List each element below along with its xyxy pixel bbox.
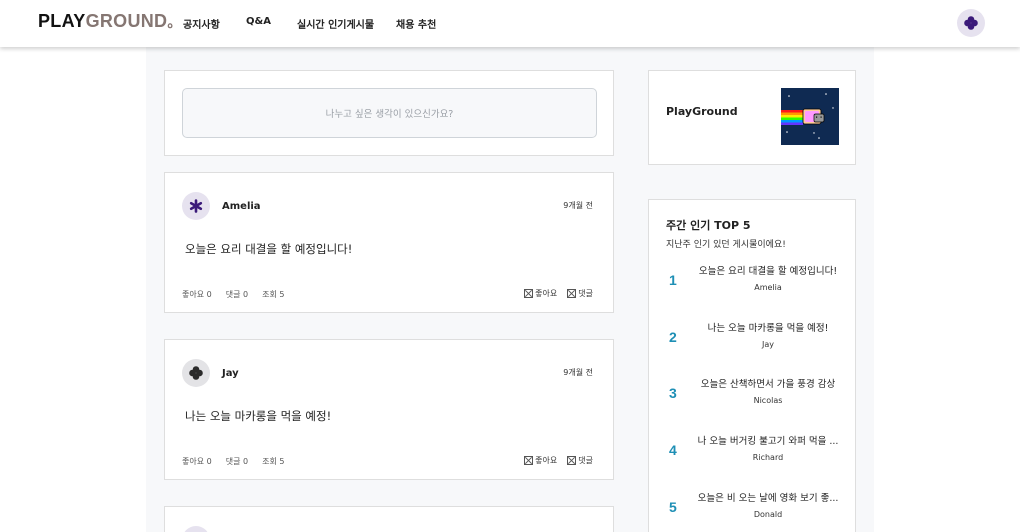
like-label: 좋아요 [535,289,558,298]
user-avatar[interactable] [957,9,985,37]
top5-item[interactable]: 5 오늘은 비 오는 날에 영화 보기 좋... Donald [649,490,855,530]
avatar[interactable] [182,192,210,220]
brand-title: PlayGround [666,105,738,118]
comments-count: 댓글 0 [225,290,249,299]
comment-icon [567,289,577,298]
rank-title: 오늘은 비 오는 날에 영화 보기 좋... [697,493,839,504]
comment-button[interactable]: 댓글 [567,288,593,299]
top5-item[interactable]: 1 오늘은 요리 대결을 할 예정입니다! Amelia [649,263,855,303]
top5-title: 주간 인기 TOP 5 [666,219,751,232]
logo-dot: 。 [167,14,182,30]
post-card[interactable]: Jay 9개월 전 나는 오늘 마카롱을 먹을 예정! 좋아요 0 댓글 0 조회 … [164,339,614,480]
views-count: 조회 5 [262,457,285,466]
comment-label: 댓글 [578,456,593,465]
comment-button[interactable]: 댓글 [567,455,593,466]
nav-realtime-popular[interactable]: 실시간 인기게시물 [297,16,374,31]
composer-card: 나누고 싶은 생각이 있으신가요? [164,70,614,156]
top5-item[interactable]: 2 나는 오늘 마카롱을 먹을 예정! Jay [649,320,855,360]
comments-count: 댓글 0 [225,457,249,466]
rank-number: 4 [669,442,677,458]
post-stats: 좋아요 0 댓글 0 조회 5 [182,289,298,300]
post-actions: 좋아요 댓글 [524,288,593,299]
like-button[interactable]: 좋아요 [524,455,557,466]
logo-play: PLAY [38,11,86,31]
nyan-cat-image [781,88,839,145]
rank-number: 2 [669,329,677,345]
top5-subtitle: 지난주 인기 있던 게시물이에요! [666,240,786,250]
post-stats: 좋아요 0 댓글 0 조회 5 [182,456,298,467]
nav-qna[interactable]: Q&A [246,16,271,27]
post-time: 9개월 전 [563,368,593,377]
post-card[interactable] [164,506,614,532]
like-button[interactable]: 좋아요 [524,288,557,299]
rank-title: 오늘은 요리 대결을 할 예정입니다! [698,266,838,277]
like-label: 좋아요 [535,456,558,465]
rank-author: Amelia [754,283,782,292]
rank-author: Jay [762,340,774,349]
clover-icon [964,16,978,30]
like-icon [524,456,534,465]
likes-count: 좋아요 0 [182,290,212,299]
composer-input[interactable]: 나누고 싶은 생각이 있으신가요? [182,88,597,138]
brand-card[interactable]: PlayGround [648,70,856,165]
logo-ground: GROUND [85,11,168,31]
top-header: PLAYGROUND。 공지사항 Q&A 실시간 인기게시물 채용 추천 [0,0,1020,47]
rank-author: Donald [753,510,783,519]
likes-count: 좋아요 0 [182,457,212,466]
post-content[interactable]: 오늘은 요리 대결을 할 예정입니다! [185,241,352,257]
rank-author: Nicolas [753,396,783,405]
post-actions: 좋아요 댓글 [524,455,593,466]
post-time: 9개월 전 [563,201,593,210]
comment-icon [567,456,577,465]
clover-icon [189,366,203,380]
logo[interactable]: PLAYGROUND。 [38,11,182,32]
top5-item[interactable]: 3 오늘은 산책하면서 가을 풍경 감상 Nicolas [649,376,855,416]
avatar[interactable] [182,526,210,532]
views-count: 조회 5 [262,290,285,299]
post-content[interactable]: 나는 오늘 마카롱을 먹을 예정! [185,408,331,424]
post-card[interactable]: Amelia 9개월 전 오늘은 요리 대결을 할 예정입니다! 좋아요 0 댓글… [164,172,614,313]
rank-title: 오늘은 산책하면서 가을 풍경 감상 [700,379,836,390]
comment-label: 댓글 [578,289,593,298]
rank-author: Richard [752,453,784,462]
post-author[interactable]: Amelia [222,201,261,212]
post-author[interactable]: Jay [222,368,239,379]
rank-number: 3 [669,385,677,401]
top5-item[interactable]: 4 나 오늘 버거킹 불고기 와퍼 먹을 ... Richard [649,433,855,473]
rank-title: 나 오늘 버거킹 불고기 와퍼 먹을 ... [697,436,839,447]
nav-job-recommend[interactable]: 채용 추천 [396,16,436,31]
avatar[interactable] [182,359,210,387]
rank-title: 나는 오늘 마카롱을 먹을 예정! [707,323,829,334]
weekly-top5-card: 주간 인기 TOP 5 지난주 인기 있던 게시물이에요! 1 오늘은 요리 대… [648,199,856,532]
rank-number: 5 [669,499,677,515]
nav-notice[interactable]: 공지사항 [183,16,220,31]
like-icon [524,289,534,298]
rank-number: 1 [669,272,677,288]
asterisk-icon [189,199,203,213]
